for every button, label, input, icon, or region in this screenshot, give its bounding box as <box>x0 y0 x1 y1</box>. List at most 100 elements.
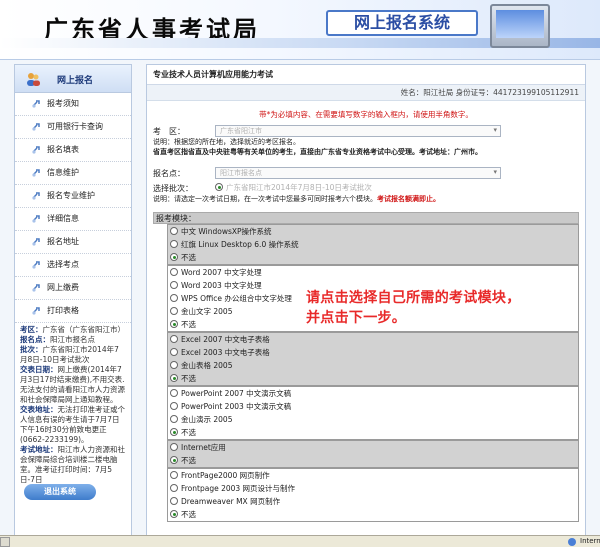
batch-label: 选择批次： <box>153 184 193 193</box>
module-option[interactable]: Excel 2007 中文电子表格 <box>168 333 578 346</box>
sidebar-item[interactable]: 报名填表 <box>15 139 131 162</box>
radio-icon <box>170 443 178 451</box>
info-value: 阳江市报名点 <box>50 335 95 344</box>
input-tip: 带*为必填内容、在需要填写数字的输入框内，请使用半角数字。 <box>259 110 473 119</box>
site-row: 报名点： 阳江市报名点 <box>147 167 585 179</box>
scroll-left-button[interactable] <box>0 537 10 547</box>
exam-area-label: 考 区： <box>153 127 185 136</box>
module-option-label: FrontPage2000 网页制作 <box>181 471 270 480</box>
sidebar-header: 网上报名 <box>15 65 131 93</box>
link-icon <box>32 307 40 315</box>
exam-area-select[interactable]: 广东省阳江市 <box>215 125 501 137</box>
module-option-label: WPS Office 办公组合中文字处理 <box>181 294 292 303</box>
sidebar-item-label: 报名填表 <box>47 145 79 154</box>
radio-icon <box>170 268 178 276</box>
module-option-label: Frontpage 2003 网页设计与制作 <box>181 484 296 493</box>
module-option-label: Excel 2003 中文电子表格 <box>181 348 270 357</box>
module-option-label: Dreamweaver MX 网页制作 <box>181 497 281 506</box>
batch-radio[interactable]: 广东省阳江市2014年7月8日-10日考试批次 <box>213 181 372 194</box>
module-option[interactable]: 不选 <box>168 454 578 467</box>
module-option-label: 金山演示 2005 <box>181 415 233 424</box>
provincial-note: 省直考区指省直及中央驻粤等有关单位的考生，直接由广东省专业资格考试中心受理。考试… <box>153 148 482 156</box>
sidebar-item[interactable]: 报名专业维护 <box>15 185 131 208</box>
module-option-label: Excel 2007 中文电子表格 <box>181 335 270 344</box>
radio-icon <box>170 348 178 356</box>
link-icon <box>32 261 40 269</box>
info-label: 交表日期： <box>20 365 58 374</box>
radio-icon <box>170 374 178 382</box>
site-select[interactable]: 阳江市报名点 <box>215 167 501 179</box>
module-option[interactable]: PowerPoint 2007 中文演示文稿 <box>168 387 578 400</box>
batch-row: 选择批次： 广东省阳江市2014年7月8日-10日考试批次 <box>147 182 585 194</box>
globe-icon <box>568 538 576 546</box>
radio-icon <box>170 428 178 436</box>
sidebar-item-label: 报名地址 <box>47 237 79 246</box>
user-info: 姓名：阳江社局 身份证号：441723199105112911 <box>147 85 585 101</box>
radio-icon <box>170 320 178 328</box>
module-option[interactable]: 不选 <box>168 251 578 264</box>
module-option[interactable]: Dreamweaver MX 网页制作 <box>168 495 578 508</box>
module-group: Internet应用 不选 <box>167 440 579 468</box>
module-option-label: Word 2007 中文字处理 <box>181 268 262 277</box>
info-label: 批次： <box>20 345 43 354</box>
module-option[interactable]: 不选 <box>168 508 578 521</box>
module-option-label: 不选 <box>181 456 196 465</box>
sidebar-item[interactable]: 报考须知 <box>15 93 131 116</box>
module-option-label: 中文 WindowsXP操作系统 <box>181 227 272 236</box>
sidebar-item[interactable]: 网上缴费 <box>15 277 131 300</box>
quota-note: 考试报名额满即止。 <box>377 195 440 203</box>
status-bar: Intern <box>0 535 600 547</box>
module-option[interactable]: Excel 2003 中文电子表格 <box>168 346 578 359</box>
info-label: 考试地址： <box>20 445 58 454</box>
radio-icon <box>170 227 178 235</box>
sidebar-item-label: 打印表格 <box>47 306 79 315</box>
radio-icon <box>170 415 178 423</box>
module-option[interactable]: 中文 WindowsXP操作系统 <box>168 225 578 238</box>
link-icon <box>32 284 40 292</box>
module-option[interactable]: Word 2007 中文字处理 <box>168 266 578 279</box>
system-title: 网上报名系统 <box>326 10 478 36</box>
module-option-label: 红旗 Linux Desktop 6.0 操作系统 <box>181 240 299 249</box>
link-icon <box>32 215 40 223</box>
sidebar-item[interactable]: 打印表格 <box>15 300 131 323</box>
module-option[interactable]: Frontpage 2003 网页设计与制作 <box>168 482 578 495</box>
module-option[interactable]: 金山演示 2005 <box>168 413 578 426</box>
module-option[interactable]: 不选 <box>168 426 578 439</box>
sidebar-item[interactable]: 选择考点 <box>15 254 131 277</box>
info-value: 广东省（广东省阳江市） <box>42 325 126 334</box>
link-icon <box>32 100 40 108</box>
module-option-label: 不选 <box>181 253 196 262</box>
callout-line: 请点击选择自己所需的考试模块， <box>306 290 521 306</box>
sidebar-item-label: 信息维护 <box>47 168 79 177</box>
logout-button[interactable]: 退出系统 <box>24 484 96 500</box>
sidebar-item-label: 报名专业维护 <box>47 191 95 200</box>
module-option[interactable]: 不选 <box>168 372 578 385</box>
module-option[interactable]: 红旗 Linux Desktop 6.0 操作系统 <box>168 238 578 251</box>
sidebar-item[interactable]: 报名地址 <box>15 231 131 254</box>
exam-area-row: 考 区： 广东省阳江市 <box>147 125 585 137</box>
sidebar-item[interactable]: 详细信息 <box>15 208 131 231</box>
module-option-label: 不选 <box>181 374 196 383</box>
module-option[interactable]: FrontPage2000 网页制作 <box>168 469 578 482</box>
sidebar-item-label: 可用银行卡查询 <box>47 122 103 131</box>
monitor-icon <box>490 4 550 48</box>
module-option-label: 不选 <box>181 320 196 329</box>
sidebar-item[interactable]: 信息维护 <box>15 162 131 185</box>
instruction-callout: 请点击选择自己所需的考试模块， 并点击下一步。 <box>306 288 521 328</box>
radio-icon <box>170 471 178 479</box>
sidebar-item[interactable]: 可用银行卡查询 <box>15 116 131 139</box>
module-group: FrontPage2000 网页制作 Frontpage 2003 网页设计与制作… <box>167 468 579 522</box>
module-option-label: 不选 <box>181 428 196 437</box>
sidebar-title: 网上报名 <box>57 76 94 86</box>
exam-area-note: 说明：根据您的所在地，选择就近的考区报名。 <box>153 138 300 146</box>
radio-icon <box>170 307 178 315</box>
module-option[interactable]: PowerPoint 2003 中文演示文稿 <box>168 400 578 413</box>
module-option-label: Internet应用 <box>181 443 226 452</box>
module-option-label: PowerPoint 2003 中文演示文稿 <box>181 402 292 411</box>
batch-note-text: 说明：请选定一次考试日期，在一次考试中您最多可同时报考六个模块。 <box>153 195 377 203</box>
radio-icon <box>170 253 178 261</box>
radio-icon <box>170 456 178 464</box>
module-group: 中文 WindowsXP操作系统红旗 Linux Desktop 6.0 操作系… <box>167 224 579 265</box>
module-option[interactable]: Internet应用 <box>168 441 578 454</box>
module-option[interactable]: 金山表格 2005 <box>168 359 578 372</box>
